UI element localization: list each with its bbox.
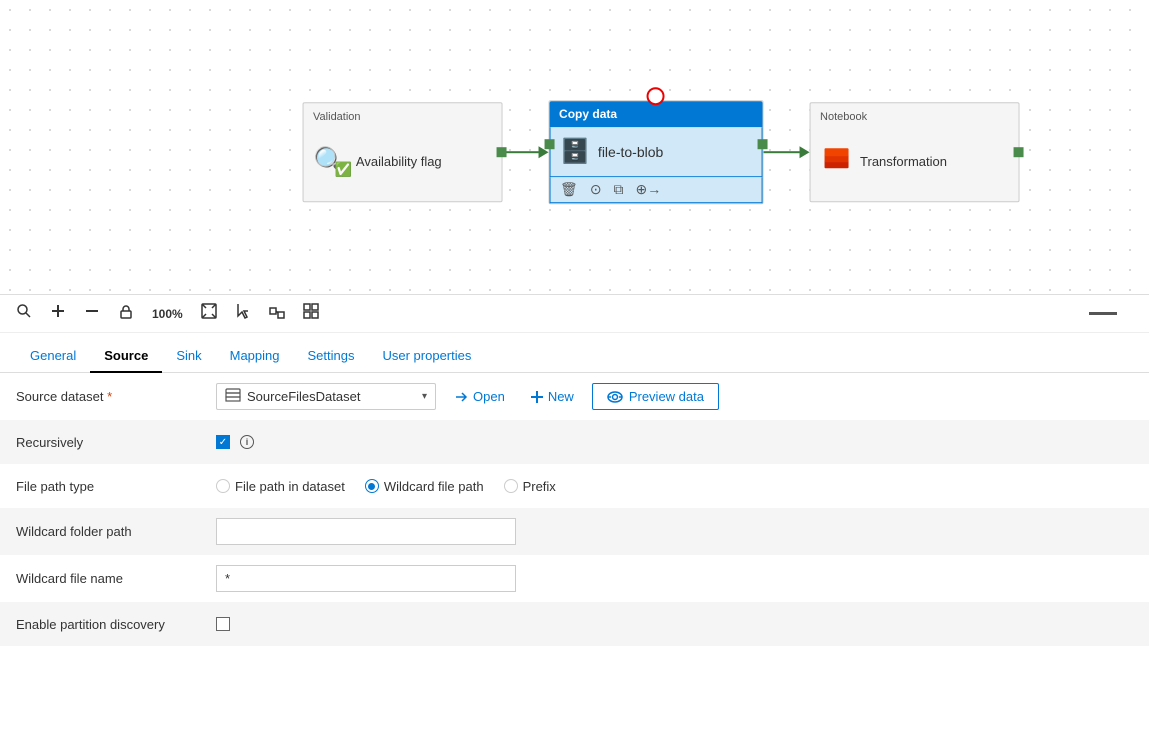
pipeline-canvas: Validation 🔍 ✅ Availability flag Copy da…: [0, 0, 1149, 295]
enable-partition-control: [216, 617, 1133, 631]
file-path-radio-group: File path in dataset Wildcard file path …: [216, 479, 556, 494]
connector-line-1: [502, 151, 538, 153]
radio-inner-2: [368, 483, 375, 490]
lock-icon[interactable]: [118, 303, 134, 324]
notebook-node-title: Notebook: [820, 111, 1008, 123]
recursively-info-icon[interactable]: i: [240, 435, 254, 449]
dataset-select-value: SourceFilesDataset: [247, 389, 416, 404]
notebook-icon: [820, 144, 852, 179]
database-icon: 🗄️: [560, 137, 590, 166]
wildcard-file-name-input[interactable]: [216, 565, 516, 592]
add-icon[interactable]: [50, 303, 66, 324]
radio-label-3: Prefix: [523, 479, 556, 494]
minus-icon[interactable]: [84, 303, 100, 324]
notebook-node[interactable]: Notebook Transformation: [809, 102, 1019, 202]
required-star: *: [107, 389, 112, 404]
resize-icon[interactable]: [269, 303, 285, 324]
copy-data-node[interactable]: Copy data 🗄️ file-to-blob 🗑 ⊙ ⧉ ⊕→: [548, 100, 763, 204]
add-icon[interactable]: ⊕→: [636, 181, 662, 198]
radio-prefix[interactable]: Prefix: [504, 479, 556, 494]
source-dataset-row: Source dataset * SourceFilesDataset ▾ Op…: [0, 373, 1149, 420]
file-path-type-label: File path type: [16, 479, 216, 494]
delete-icon[interactable]: 🗑: [560, 181, 578, 198]
wildcard-file-name-row: Wildcard file name: [0, 555, 1149, 602]
validation-icon: 🔍 ✅: [313, 145, 348, 178]
arrow-2: [763, 146, 809, 158]
fit-icon[interactable]: [201, 303, 217, 324]
open-button[interactable]: Open: [446, 385, 513, 408]
copy-node-actions: 🗑 ⊙ ⧉ ⊕→: [549, 177, 762, 203]
canvas-toolbar: 100%: [0, 295, 1149, 333]
enable-partition-row: Enable partition discovery: [0, 602, 1149, 646]
tab-settings[interactable]: Settings: [294, 340, 369, 373]
arrow-1: [502, 146, 548, 158]
tab-bar: General Source Sink Mapping Settings Use…: [0, 333, 1149, 373]
tab-mapping[interactable]: Mapping: [216, 340, 294, 373]
tab-source[interactable]: Source: [90, 340, 162, 373]
source-dataset-label: Source dataset *: [16, 389, 216, 404]
recursively-control: ✓ i: [216, 435, 1133, 449]
zoom-label: 100%: [152, 307, 183, 321]
radio-file-path-dataset[interactable]: File path in dataset: [216, 479, 345, 494]
tab-general[interactable]: General: [16, 340, 90, 373]
notebook-node-body: Transformation: [820, 129, 1008, 193]
enable-partition-label: Enable partition discovery: [16, 617, 216, 632]
node-connector-right-copy: [757, 139, 767, 149]
radio-outer-2: [365, 479, 379, 493]
recursively-label: Recursively: [16, 435, 216, 450]
copy-icon[interactable]: ⧉: [614, 181, 624, 198]
layout-icon[interactable]: [303, 303, 319, 324]
select-icon[interactable]: [235, 303, 251, 324]
validation-node[interactable]: Validation 🔍 ✅ Availability flag: [302, 102, 502, 202]
radio-label-2: Wildcard file path: [384, 479, 484, 494]
copy-node-body: 🗄️ file-to-blob: [549, 127, 762, 177]
wildcard-folder-input[interactable]: [216, 518, 516, 545]
radio-label-1: File path in dataset: [235, 479, 345, 494]
node-connector-right: [496, 147, 506, 157]
minimize-handle[interactable]: [1089, 312, 1117, 315]
dataset-icon: [225, 388, 241, 405]
error-indicator: [647, 87, 665, 105]
recursively-row: Recursively ✓ i: [0, 420, 1149, 464]
notebook-node-label: Transformation: [860, 154, 947, 169]
copy-node-label: file-to-blob: [598, 144, 663, 160]
wildcard-folder-control: [216, 518, 1133, 545]
preview-data-button[interactable]: Preview data: [592, 383, 719, 410]
wildcard-folder-label: Wildcard folder path: [16, 524, 216, 539]
wildcard-file-name-label: Wildcard file name: [16, 571, 216, 586]
node-connector-right-nb: [1013, 147, 1023, 157]
tab-sink[interactable]: Sink: [162, 340, 215, 373]
wildcard-file-name-control: [216, 565, 1133, 592]
radio-outer-3: [504, 479, 518, 493]
validation-node-label: Availability flag: [356, 154, 442, 169]
radio-wildcard-file-path[interactable]: Wildcard file path: [365, 479, 484, 494]
source-dataset-control: SourceFilesDataset ▾ Open New Preview da…: [216, 383, 1133, 410]
validation-node-title: Validation: [313, 111, 491, 123]
recursively-checkbox[interactable]: ✓: [216, 435, 230, 449]
settings-icon[interactable]: ⊙: [590, 181, 602, 198]
new-button[interactable]: New: [523, 385, 582, 408]
file-path-type-control: File path in dataset Wildcard file path …: [216, 479, 1133, 494]
connector-line-2: [763, 151, 799, 153]
wildcard-folder-row: Wildcard folder path: [0, 508, 1149, 555]
tab-user-properties[interactable]: User properties: [368, 340, 485, 373]
dropdown-arrow-icon: ▾: [422, 391, 427, 402]
file-path-type-row: File path type File path in dataset Wild…: [0, 464, 1149, 508]
radio-outer-1: [216, 479, 230, 493]
search-icon[interactable]: [16, 303, 32, 324]
validation-node-body: 🔍 ✅ Availability flag: [313, 129, 491, 193]
connector-arrow-2: [799, 146, 809, 158]
enable-partition-checkbox[interactable]: [216, 617, 230, 631]
form-area: Source dataset * SourceFilesDataset ▾ Op…: [0, 373, 1149, 732]
node-connector-left: [544, 139, 554, 149]
source-dataset-dropdown[interactable]: SourceFilesDataset ▾: [216, 383, 436, 410]
